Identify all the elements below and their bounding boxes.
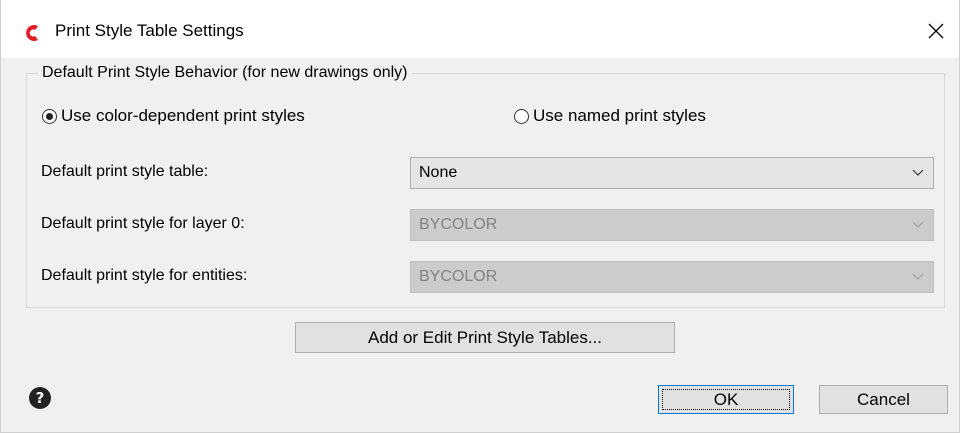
group-legend: Default Print Style Behavior (for new dr… — [38, 62, 412, 84]
window-title: Print Style Table Settings — [55, 21, 244, 40]
chevron-down-icon — [912, 221, 924, 228]
entities-style-label: Default print style for entities: — [41, 267, 248, 284]
layer0-style-value: BYCOLOR — [419, 216, 498, 233]
help-icon[interactable]: ? — [29, 387, 51, 409]
add-edit-print-style-tables-button[interactable]: Add or Edit Print Style Tables... — [295, 322, 675, 353]
entities-style-value: BYCOLOR — [419, 268, 498, 285]
close-button[interactable] — [913, 8, 959, 54]
entities-style-dropdown[interactable]: BYCOLOR — [410, 261, 934, 293]
radio-color-dependent-label: Use color-dependent print styles — [61, 106, 305, 125]
close-icon — [928, 23, 944, 39]
cancel-button[interactable]: Cancel — [819, 385, 948, 414]
chevron-down-icon — [912, 273, 924, 280]
print-style-settings-dialog: Print Style Table Settings Default Print… — [0, 0, 960, 433]
style-table-label: Default print style table: — [41, 163, 209, 180]
ok-button[interactable]: OK — [658, 385, 794, 414]
chevron-down-icon — [912, 169, 924, 176]
layer0-style-label: Default print style for layer 0: — [41, 215, 245, 232]
app-logo-icon — [26, 25, 38, 41]
focus-rectangle — [662, 389, 790, 410]
radio-named-styles[interactable]: Use named print styles — [514, 105, 706, 127]
radio-named-styles-circle[interactable] — [514, 108, 529, 124]
title-bar: Print Style Table Settings — [1, 0, 959, 58]
style-table-value: None — [419, 164, 458, 181]
radio-color-dependent-circle[interactable] — [42, 108, 57, 124]
radio-named-styles-label: Use named print styles — [533, 106, 706, 125]
radio-color-dependent[interactable]: Use color-dependent print styles — [42, 105, 305, 127]
style-table-dropdown[interactable]: None — [410, 157, 934, 189]
layer0-style-dropdown[interactable]: BYCOLOR — [410, 209, 934, 241]
